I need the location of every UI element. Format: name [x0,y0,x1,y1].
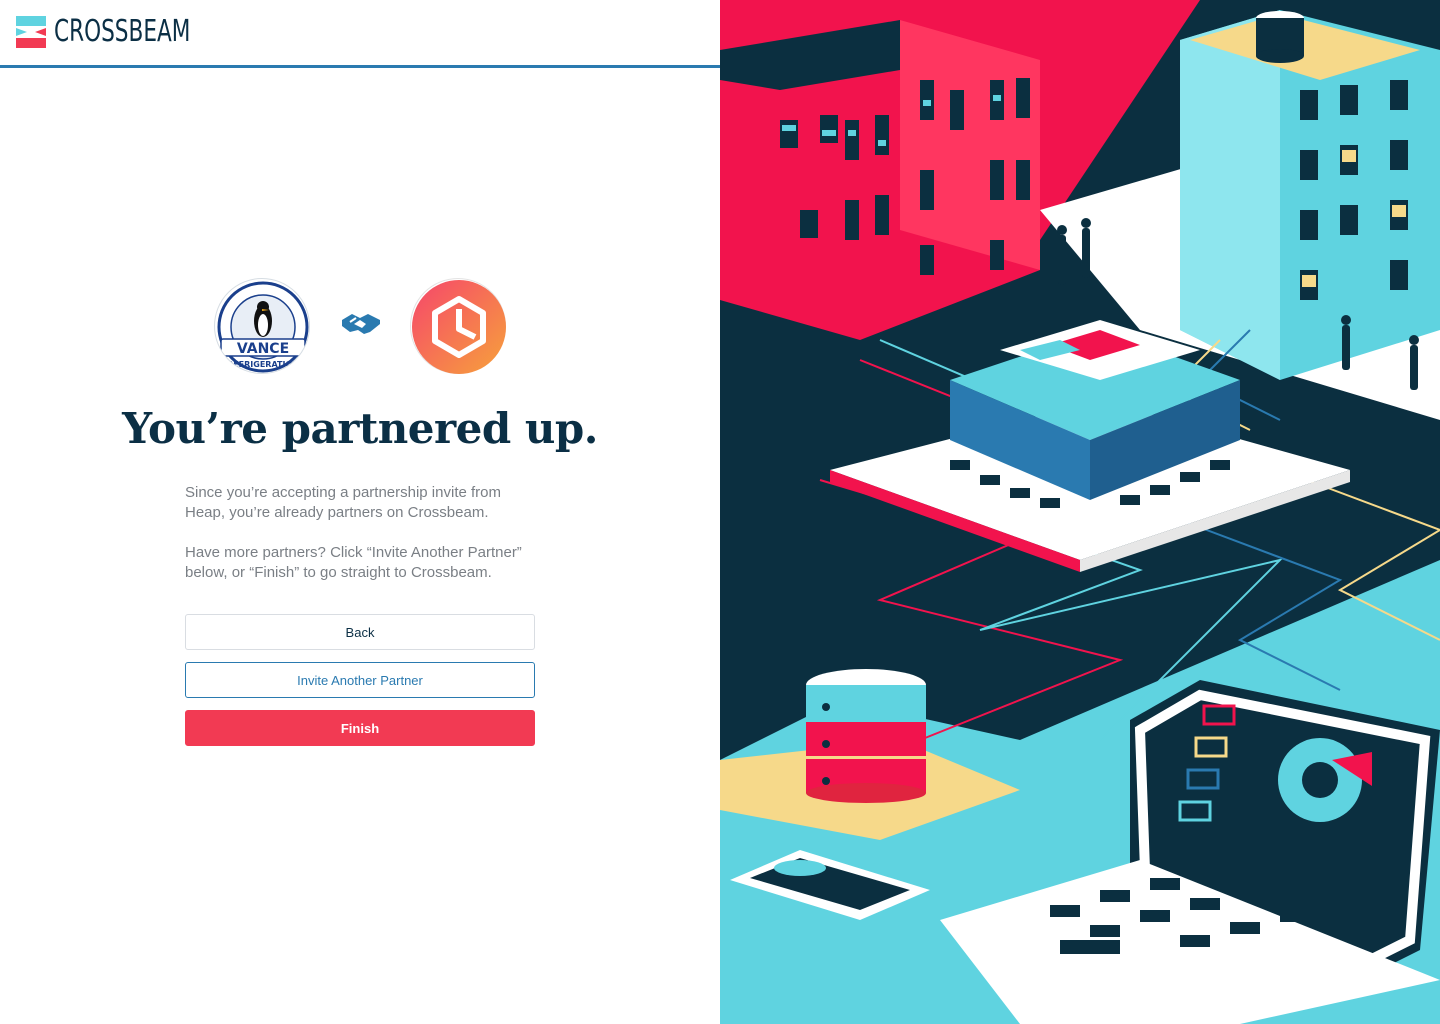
invite-another-partner-button[interactable]: Invite Another Partner [185,662,535,698]
vance-refrigeration-logo: VANCE REFRIGERATION [214,278,310,374]
crossbeam-logo[interactable]: CROSSBEAM [16,14,243,49]
handshake-icon [342,314,380,334]
brand-name: CROSSBEAM [54,14,191,49]
svg-text:REFRIGERATION: REFRIGERATION [227,360,299,369]
header: CROSSBEAM [0,0,720,68]
page-title: You’re partnered up. [122,404,598,453]
left-panel: CROSSBEAM VANCE REFRIGERATION You’re par… [0,0,720,1024]
crossbeam-mark-icon [16,15,46,48]
finish-button[interactable]: Finish [185,710,535,746]
svg-text:VANCE: VANCE [237,341,289,357]
heap-logo [410,278,506,374]
city-data-illustration [720,0,1440,1024]
partner-logos: VANCE REFRIGERATION [214,278,506,374]
description-accepting: Since you’re accepting a partnership inv… [185,484,501,521]
description-more-partners: Have more partners? Click “Invite Anothe… [185,544,522,581]
back-button[interactable]: Back [185,614,535,650]
